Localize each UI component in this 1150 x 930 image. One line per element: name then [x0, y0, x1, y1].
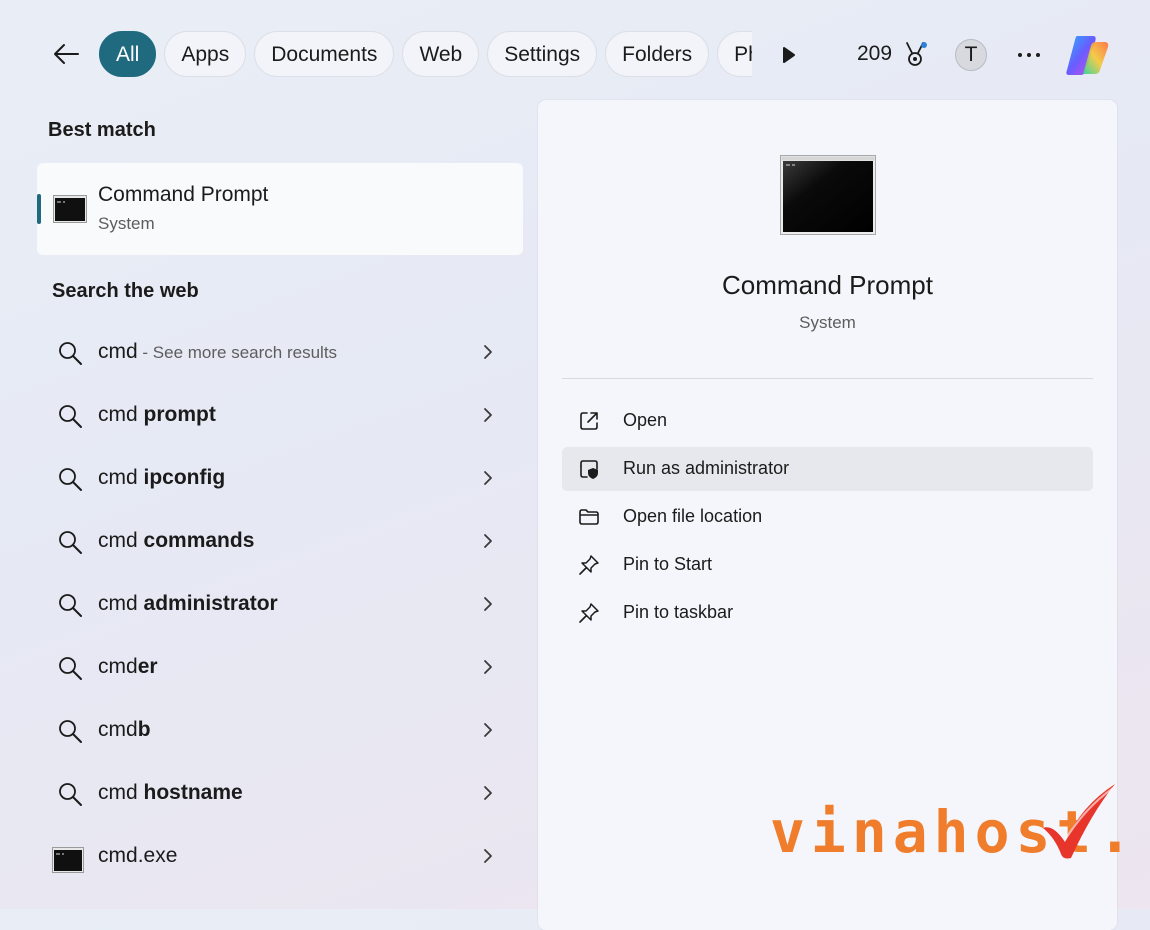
search-icon [59, 783, 82, 806]
web-suggestion-label: cmd ipconfig [98, 466, 226, 489]
search-web-heading: Search the web [52, 280, 199, 302]
web-suggestion[interactable]: cmd hostname [37, 761, 523, 824]
web-suggestion-label: cmder [98, 655, 158, 678]
best-match-title: Command Prompt [98, 183, 269, 206]
web-suggestion[interactable]: cmd ipconfig [37, 446, 523, 509]
web-suggestion-label: cmdb [98, 718, 151, 741]
chevron-right-icon [484, 723, 492, 737]
web-suggestion-label: cmd prompt [98, 403, 216, 426]
trophy-icon[interactable] [900, 40, 930, 70]
action-list: Open Run as administrator Open file loca… [562, 399, 1093, 639]
tab-web[interactable]: Web [402, 31, 480, 77]
web-suggestion[interactable]: cmder [37, 635, 523, 698]
play-icon [783, 47, 795, 63]
tab-all[interactable]: All [99, 31, 157, 77]
search-icon [59, 657, 82, 680]
web-suggestion[interactable]: cmd prompt [37, 383, 523, 446]
filter-tabs: All Apps Documents Web Settings Folders … [99, 31, 752, 79]
back-button[interactable] [46, 34, 86, 74]
tab-photos[interactable]: Photos [717, 31, 752, 77]
tab-apps[interactable]: Apps [164, 31, 247, 77]
web-suggestions-list: cmd - See more search results cmd prompt… [37, 320, 523, 887]
web-suggestion-label: cmd - See more search results [98, 340, 338, 363]
folder-icon [579, 509, 599, 525]
web-suggestion-label: cmd hostname [98, 781, 243, 804]
admin-shield-icon [580, 460, 598, 479]
search-icon [59, 468, 82, 491]
web-suggestion-label: cmd commands [98, 529, 255, 552]
avatar[interactable]: T [955, 39, 987, 71]
preview-title: Command Prompt [722, 270, 933, 300]
rewards-points: 209 [857, 42, 893, 65]
pin-to-taskbar-label: Pin to taskbar [623, 602, 734, 622]
chevron-right-icon [484, 345, 492, 359]
chevron-right-icon [484, 786, 492, 800]
pin-to-start-action[interactable]: Pin to Start [562, 543, 1093, 587]
search-icon [59, 720, 82, 743]
open-file-location-action[interactable]: Open file location [562, 495, 1093, 539]
preview-subtitle: System [799, 313, 856, 332]
best-match-heading: Best match [48, 119, 156, 141]
pin-to-taskbar-action[interactable]: Pin to taskbar [562, 591, 1093, 635]
web-suggestion-label: cmd administrator [98, 592, 278, 615]
open-external-icon [580, 412, 598, 430]
scroll-tabs-button[interactable] [776, 40, 802, 70]
chevron-right-icon [484, 597, 492, 611]
web-suggestion[interactable]: cmd commands [37, 509, 523, 572]
cmd-app-icon [53, 195, 87, 223]
search-filter-bar: All Apps Documents Web Settings Folders … [0, 0, 1150, 100]
back-arrow-icon [54, 44, 79, 64]
more-options-button[interactable] [1010, 40, 1050, 70]
pin-to-start-label: Pin to Start [623, 554, 713, 574]
open-file-location-label: Open file location [623, 506, 763, 526]
best-match-subtitle: System [98, 214, 155, 233]
pin-icon [579, 603, 599, 623]
chevron-right-icon [484, 660, 492, 674]
chevron-right-icon [484, 471, 492, 485]
tab-folders[interactable]: Folders [605, 31, 710, 77]
run-as-admin-action[interactable]: Run as administrator [562, 447, 1093, 491]
chevron-right-icon [484, 534, 492, 548]
chevron-right-icon [484, 408, 492, 422]
pin-icon [579, 555, 599, 575]
web-suggestion[interactable]: cmd - See more search results [37, 320, 523, 383]
web-suggestion[interactable]: cmd administrator [37, 572, 523, 635]
search-icon [59, 594, 82, 617]
search-icon [59, 531, 82, 554]
open-action[interactable]: Open [562, 399, 1093, 443]
tab-documents[interactable]: Documents [254, 31, 395, 77]
run-as-admin-label: Run as administrator [623, 458, 790, 478]
tab-settings[interactable]: Settings [487, 31, 598, 77]
cmd-app-large-icon [780, 155, 876, 235]
web-suggestion[interactable]: cmd.exe [37, 824, 523, 887]
selection-indicator [37, 194, 41, 224]
search-icon [59, 342, 82, 365]
open-action-label: Open [623, 410, 668, 430]
best-match-result[interactable]: Command Prompt System [37, 163, 523, 255]
divider [562, 378, 1093, 379]
search-icon [59, 405, 82, 428]
web-suggestion[interactable]: cmdb [37, 698, 523, 761]
cmd-app-icon [52, 847, 84, 873]
copilot-icon[interactable] [1063, 32, 1111, 78]
more-icon [1018, 53, 1040, 57]
checkmark-logo-icon [1043, 784, 1115, 859]
vinahost-watermark: vinahost. [770, 780, 1132, 870]
web-suggestion-label: cmd.exe [98, 844, 178, 867]
chevron-right-icon [484, 849, 492, 863]
